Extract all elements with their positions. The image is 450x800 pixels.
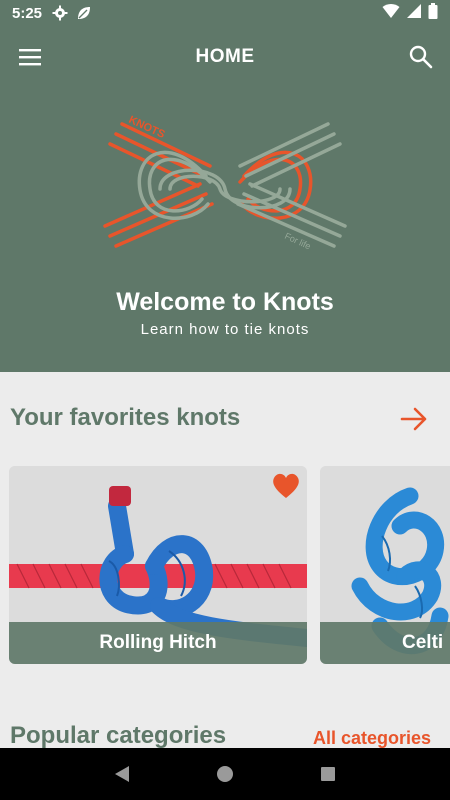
- favorite-heart-icon[interactable]: [271, 472, 301, 500]
- status-bar: 5:25: [0, 0, 450, 26]
- knots-logo-icon: KNOTS For life: [103, 114, 347, 251]
- search-icon[interactable]: [408, 44, 434, 70]
- favorites-heading: Your favorites knots: [10, 404, 241, 431]
- page-title: HOME: [195, 46, 255, 67]
- knot-card-celtic[interactable]: Celti: [320, 466, 450, 664]
- popular-categories-heading: Popular categories: [10, 722, 227, 748]
- system-nav-bar: [0, 748, 450, 800]
- wifi-icon: [382, 3, 400, 23]
- app-bar: HOME: [0, 26, 450, 88]
- hamburger-menu-icon[interactable]: [18, 46, 42, 68]
- settings-icon: [52, 5, 68, 21]
- welcome-heading: Welcome to Knots: [116, 288, 334, 316]
- knot-card-rolling-hitch[interactable]: Rolling Hitch: [9, 466, 307, 664]
- all-categories-link[interactable]: All categories: [313, 728, 431, 748]
- signal-icon: [406, 3, 422, 23]
- main-content: Your favorites knots Rolling Hitch Celti…: [0, 372, 450, 748]
- leaf-icon: [76, 5, 92, 21]
- status-time: 5:25: [12, 4, 43, 22]
- welcome-tagline: Learn how to tie knots: [140, 321, 310, 338]
- recents-icon[interactable]: [316, 762, 340, 786]
- battery-icon: [428, 3, 438, 23]
- back-icon[interactable]: [110, 762, 134, 786]
- home-icon[interactable]: [213, 762, 237, 786]
- knot-card-label: Celti: [320, 622, 450, 664]
- hero-banner: KNOTS For life Welcome to Knots Learn ho…: [0, 88, 450, 372]
- arrow-right-icon[interactable]: [400, 406, 428, 432]
- knot-card-label: Rolling Hitch: [9, 622, 307, 664]
